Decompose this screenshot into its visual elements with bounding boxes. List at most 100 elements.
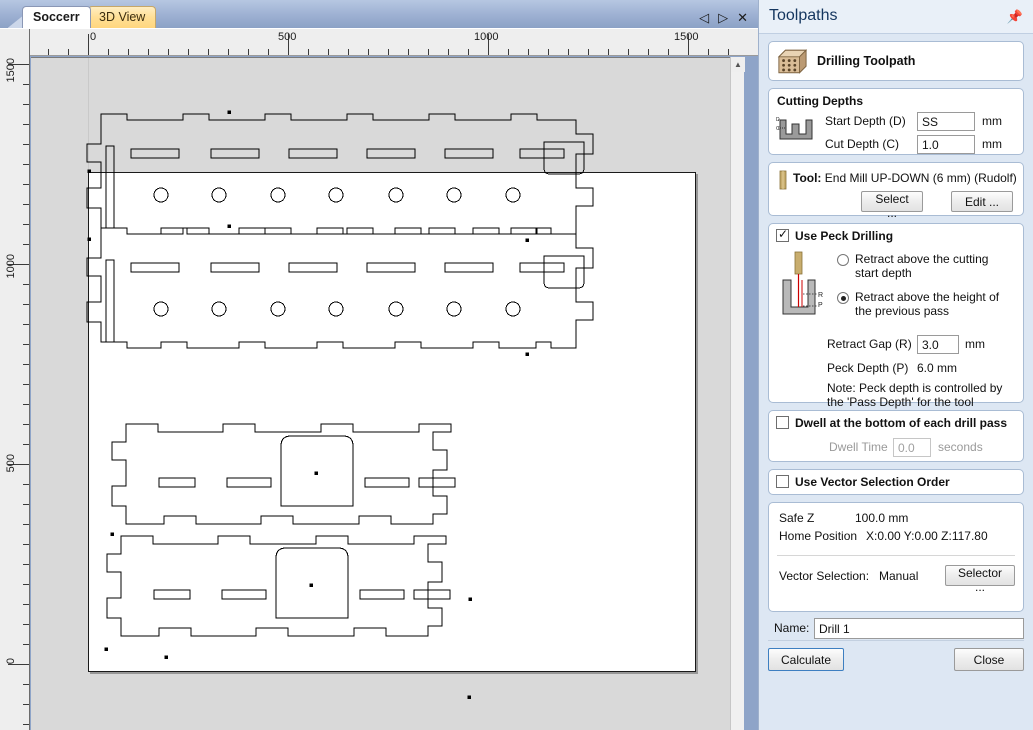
ruler-label-h-1500: 1500 [674,31,699,43]
next-arrow-icon[interactable]: ▷ [718,11,728,24]
panel-footer: Calculate Close [768,648,1024,672]
ruler-tick-minor [128,49,129,55]
radio-retract-start-depth[interactable] [837,254,849,266]
ruler-tick-minor [23,404,29,405]
dwell-section: Dwell at the bottom of each drill pass D… [768,410,1024,462]
vector-selection-label: Vector Selection: [779,569,870,583]
tool-label: Tool: [793,171,822,185]
point-marker [164,655,168,659]
ruler-tick-minor [23,324,29,325]
drill-hole [153,301,169,317]
point-marker [314,471,318,475]
tab-soccerr-label: Soccerr [33,10,80,24]
slot-rect [130,262,180,273]
peck-drill-diagram-icon: R P [782,251,823,315]
tab-3d-view-label: 3D View [99,10,146,24]
ruler-tick-major [8,664,29,665]
point-marker [525,238,529,242]
close-button[interactable]: Close [954,648,1024,671]
svg-text:P: P [818,302,823,309]
application-window: Soccerr 3D View ◁ ▷ ✕ 0 500 1000 1500 15… [0,0,1033,730]
vertical-scrollbar[interactable]: ▲ [730,57,745,730]
drill-hole [270,187,286,203]
slot-rect-vertical [105,145,115,229]
ruler-tick-minor [328,49,329,55]
start-depth-unit: mm [982,114,1002,128]
home-position-value: X:0.00 Y:0.00 Z:117.80 [866,529,988,543]
page-title: Toolpaths [769,7,838,24]
cut-depth-unit: mm [982,137,1002,151]
ruler-corner [0,29,30,56]
horizontal-ruler: 0 500 1000 1500 [0,28,758,56]
vector-geometry[interactable] [31,58,744,730]
tab-soccerr[interactable]: Soccerr [22,6,91,28]
ruler-tick-minor [23,484,29,485]
start-depth-input[interactable] [917,112,975,131]
vector-order-label: Use Vector Selection Order [795,475,950,489]
selector-button[interactable]: Selector ... [945,565,1015,594]
tool-select-button[interactable]: Select ... [861,191,923,220]
ruler-tick-minor [23,704,29,705]
vector-order-row[interactable]: Use Vector Selection Order [776,474,1023,494]
tool-value: End Mill UP-DOWN (6 mm) (Rudolf) [824,171,1017,185]
document-area: Soccerr 3D View ◁ ▷ ✕ 0 500 1000 1500 15… [0,0,758,730]
ruler-tick-minor [23,184,29,185]
tab-3d-view[interactable]: 3D View [88,6,157,28]
slot-rect [226,477,272,488]
info-divider [777,555,1015,556]
slot-rect [288,148,338,159]
ruler-tick-minor [308,49,309,55]
ruler-tick-minor [148,49,149,55]
ruler-tick-minor [23,504,29,505]
previous-arrow-icon[interactable]: ◁ [699,11,709,24]
slot-rect [364,477,410,488]
ruler-tick-minor [548,49,549,55]
calculate-button[interactable]: Calculate [768,648,844,671]
peck-depth-label: Peck Depth (P) [827,361,909,375]
retract-gap-input[interactable] [917,335,959,354]
drill-hole [446,301,462,317]
radio-retract-previous-pass[interactable] [837,292,849,304]
dwell-time-input[interactable] [893,438,931,457]
toolpath-name-input[interactable] [814,618,1024,639]
ruler-label-h-1000: 1000 [474,31,499,43]
close-icon[interactable]: ✕ [737,11,748,24]
slot-rect [519,148,565,159]
scroll-up-arrow-icon[interactable]: ▲ [731,57,745,72]
vector-selection-order-section[interactable]: Use Vector Selection Order [768,469,1024,495]
vector-order-checkbox[interactable] [776,475,789,488]
scrollbar-gutter [744,57,758,730]
ruler-tick-minor [528,49,529,55]
tool-edit-button[interactable]: Edit ... [951,191,1013,212]
dwell-checkbox[interactable] [776,416,789,429]
ruler-tick-minor [368,49,369,55]
toolpath-info-section: Safe Z 100.0 mm Home Position X:0.00 Y:0… [768,502,1024,612]
ruler-tick-minor [23,624,29,625]
pin-icon[interactable]: 📌 [1007,9,1023,25]
ruler-tick-minor [668,49,669,55]
slot-rect [288,262,338,273]
ruler-tick-minor [23,144,29,145]
drilling-toolpath-icon [777,49,807,74]
drill-hole [211,187,227,203]
document-window-controls: ◁ ▷ ✕ [699,7,748,27]
cut-depth-input[interactable] [917,135,975,154]
end-mill-icon [779,170,787,190]
slot-rect-vertical [105,259,115,343]
slot-rect [221,589,267,600]
point-marker [110,532,114,536]
ruler-tick-minor [448,49,449,55]
ruler-tick-minor [468,49,469,55]
drilling-toolpath-header[interactable]: Drilling Toolpath [768,41,1024,81]
drill-hole [211,301,227,317]
use-peck-drilling-row[interactable]: Use Peck Drilling [776,227,1023,248]
drawing-canvas[interactable] [31,57,744,730]
cut-depth-label: Cut Depth (C) [825,137,900,151]
ruler-tick-minor [648,49,649,55]
drill-hole [505,187,521,203]
ruler-tick-minor [23,104,29,105]
ruler-tick-minor [708,49,709,55]
ruler-tick-minor [23,284,29,285]
dwell-row[interactable]: Dwell at the bottom of each drill pass [776,415,1023,435]
use-peck-drilling-checkbox[interactable] [776,227,789,242]
